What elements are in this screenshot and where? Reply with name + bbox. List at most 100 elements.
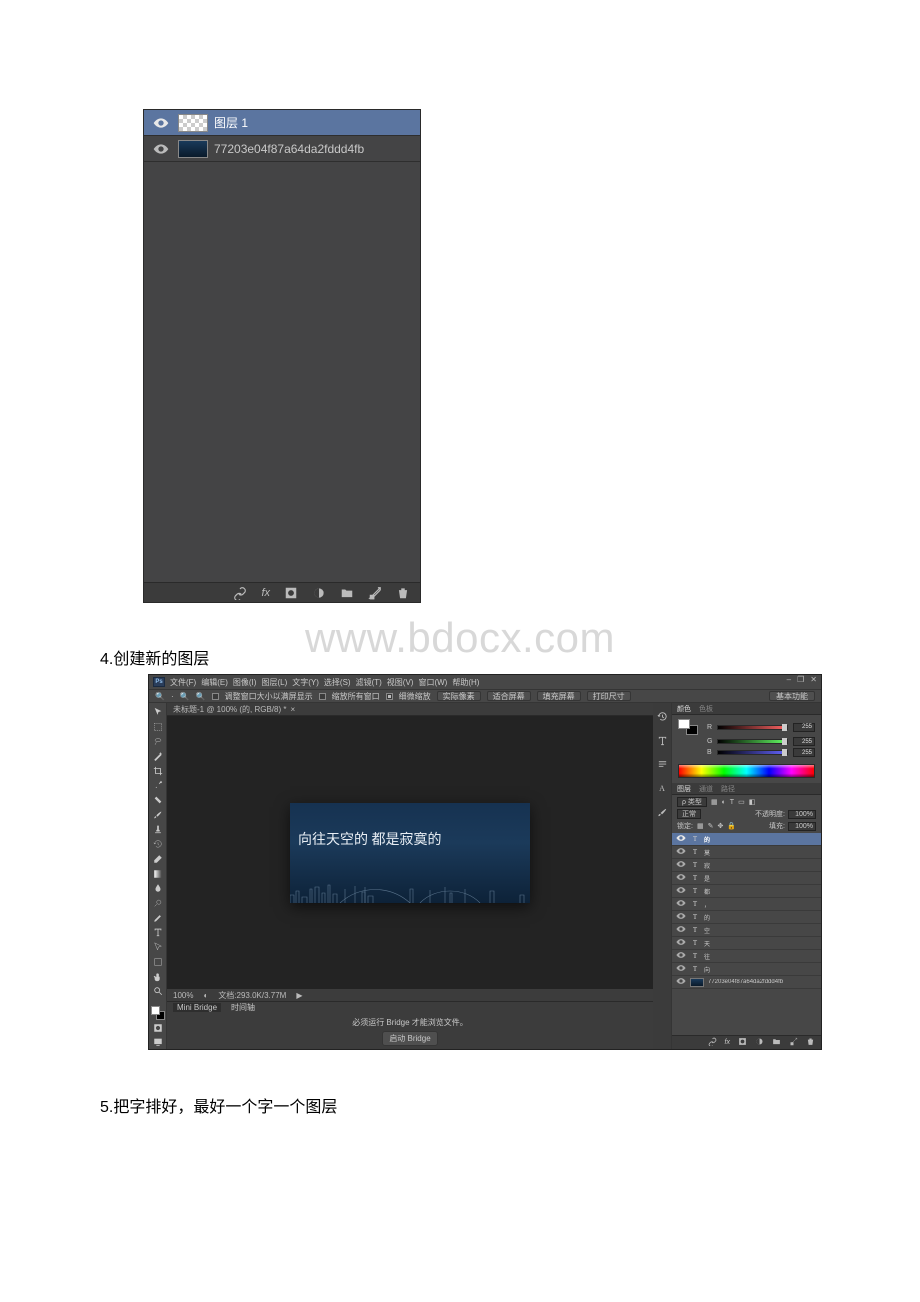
menu-window[interactable]: 窗口(W) bbox=[418, 677, 447, 688]
filter-smart-icon[interactable]: ◧ bbox=[749, 798, 756, 806]
filter-adjust-icon[interactable]: ◐ bbox=[722, 799, 726, 806]
shape-tool[interactable] bbox=[150, 955, 165, 969]
healing-tool[interactable] bbox=[150, 793, 165, 807]
timeline-tab[interactable]: 时间轴 bbox=[227, 1002, 259, 1013]
menu-edit[interactable]: 编辑(E) bbox=[201, 677, 228, 688]
stamp-tool[interactable] bbox=[150, 823, 165, 837]
menu-file[interactable]: 文件(F) bbox=[170, 677, 196, 688]
fill-screen-button[interactable]: 填充屏幕 bbox=[537, 691, 581, 701]
group-icon[interactable] bbox=[772, 1037, 781, 1048]
maximize-icon[interactable]: ❐ bbox=[797, 675, 804, 684]
r-slider[interactable] bbox=[717, 725, 788, 730]
workspace-button[interactable]: 基本功能 bbox=[769, 691, 815, 701]
fit-screen-button[interactable]: 适合屏幕 bbox=[487, 691, 531, 701]
layer-row[interactable]: T是 bbox=[672, 872, 821, 885]
visibility-icon[interactable] bbox=[676, 978, 686, 986]
visibility-icon[interactable] bbox=[676, 874, 686, 882]
menu-help[interactable]: 帮助(H) bbox=[452, 677, 479, 688]
visibility-icon[interactable] bbox=[676, 900, 686, 908]
zoom-all-checkbox[interactable] bbox=[319, 693, 326, 700]
brush-tool[interactable] bbox=[150, 808, 165, 822]
layer-row[interactable]: 77203e04f87a64da2fddd4fb bbox=[672, 976, 821, 989]
move-tool[interactable] bbox=[150, 705, 165, 719]
b-slider[interactable] bbox=[717, 750, 788, 755]
visibility-icon[interactable] bbox=[676, 913, 686, 921]
menu-image[interactable]: 图像(I) bbox=[233, 677, 257, 688]
layer-row[interactable]: T寂 bbox=[672, 859, 821, 872]
layer-style-icon[interactable]: fx bbox=[261, 587, 270, 599]
blend-mode-select[interactable]: 正常 bbox=[677, 809, 701, 819]
actual-pixels-button[interactable]: 实际像素 bbox=[437, 691, 481, 701]
new-layer-icon[interactable] bbox=[789, 1037, 798, 1048]
mini-bridge-tab[interactable]: Mini Bridge bbox=[173, 1003, 221, 1012]
paragraph-panel-icon[interactable] bbox=[655, 757, 669, 771]
color-swatch-pair[interactable] bbox=[678, 719, 698, 735]
zoom-tool[interactable] bbox=[150, 984, 165, 998]
layer-row[interactable]: T天 bbox=[672, 937, 821, 950]
history-brush-tool[interactable] bbox=[150, 837, 165, 851]
eyedropper-tool[interactable] bbox=[150, 779, 165, 793]
zoom-in-icon[interactable]: 🔍 bbox=[180, 692, 190, 701]
zoom-level[interactable]: 100% bbox=[173, 991, 193, 1000]
layer-row[interactable]: T的 bbox=[672, 833, 821, 846]
dodge-tool[interactable] bbox=[150, 896, 165, 910]
status-arrow-icon[interactable]: ▶ bbox=[296, 991, 302, 1000]
visibility-icon[interactable] bbox=[676, 848, 686, 856]
layer-row[interactable]: T向 bbox=[672, 963, 821, 976]
magic-wand-tool[interactable] bbox=[150, 749, 165, 763]
r-value[interactable]: 255 bbox=[793, 723, 815, 732]
tab-close-icon[interactable]: × bbox=[290, 705, 295, 714]
layers-tab[interactable]: 图层 bbox=[677, 784, 691, 794]
adjustment-layer-icon[interactable] bbox=[755, 1037, 764, 1048]
fill-value[interactable]: 100% bbox=[788, 822, 816, 831]
lasso-tool[interactable] bbox=[150, 734, 165, 748]
history-panel-icon[interactable] bbox=[655, 709, 669, 723]
layer-row[interactable]: T往 bbox=[672, 950, 821, 963]
b-value[interactable]: 255 bbox=[793, 748, 815, 757]
type-tool[interactable] bbox=[150, 926, 165, 940]
new-layer-icon[interactable] bbox=[368, 586, 382, 600]
visibility-icon[interactable] bbox=[676, 861, 686, 869]
canvas-area[interactable]: 向往天空的 都是寂寞的 bbox=[167, 716, 653, 989]
lock-move-icon[interactable]: ✥ bbox=[717, 822, 723, 830]
layer-row[interactable]: T的 bbox=[672, 911, 821, 924]
layer-kind-filter[interactable]: ρ 类型 bbox=[677, 797, 707, 807]
visibility-icon[interactable] bbox=[676, 887, 686, 895]
blur-tool[interactable] bbox=[150, 881, 165, 895]
opacity-value[interactable]: 100% bbox=[788, 810, 816, 819]
minimize-icon[interactable]: – bbox=[787, 675, 791, 684]
menu-select[interactable]: 选择(S) bbox=[324, 677, 351, 688]
layer-mask-icon[interactable] bbox=[284, 586, 298, 600]
visibility-icon[interactable] bbox=[676, 965, 686, 973]
adjustment-layer-icon[interactable] bbox=[312, 586, 326, 600]
brush-panel-icon[interactable] bbox=[655, 805, 669, 819]
character-panel-icon[interactable] bbox=[655, 733, 669, 747]
screenmode-icon[interactable] bbox=[150, 1035, 165, 1049]
layer-row[interactable]: T空 bbox=[672, 924, 821, 937]
quickmask-icon[interactable] bbox=[150, 1021, 165, 1035]
channels-tab[interactable]: 通道 bbox=[699, 784, 713, 794]
zoom-out-icon[interactable]: 🔍 bbox=[196, 692, 206, 701]
g-value[interactable]: 255 bbox=[793, 737, 815, 746]
eraser-tool[interactable] bbox=[150, 852, 165, 866]
swatches-tab[interactable]: 色板 bbox=[699, 704, 713, 714]
link-layers-icon[interactable] bbox=[233, 586, 247, 600]
layer-style-icon[interactable]: fx bbox=[725, 1039, 730, 1046]
resize-window-checkbox[interactable] bbox=[212, 693, 219, 700]
filter-type-icon[interactable]: T bbox=[730, 799, 734, 806]
print-size-button[interactable]: 打印尺寸 bbox=[587, 691, 631, 701]
layer-mask-icon[interactable] bbox=[738, 1037, 747, 1048]
pen-tool[interactable] bbox=[150, 911, 165, 925]
layer-row[interactable]: T莫 bbox=[672, 846, 821, 859]
lock-all-icon[interactable]: 🔒 bbox=[727, 822, 736, 830]
layer-row-selected[interactable]: 图层 1 bbox=[144, 110, 420, 136]
link-layers-icon[interactable] bbox=[708, 1037, 717, 1048]
visibility-icon[interactable] bbox=[676, 939, 686, 947]
delete-layer-icon[interactable] bbox=[806, 1037, 815, 1048]
marquee-tool[interactable] bbox=[150, 720, 165, 734]
menu-layer[interactable]: 图层(L) bbox=[261, 677, 287, 688]
filter-pixel-icon[interactable]: ▦ bbox=[711, 798, 718, 806]
foreground-background-swatch[interactable] bbox=[151, 1006, 165, 1020]
color-tab[interactable]: 颜色 bbox=[677, 704, 691, 714]
lock-position-icon[interactable]: ✎ bbox=[708, 822, 714, 830]
